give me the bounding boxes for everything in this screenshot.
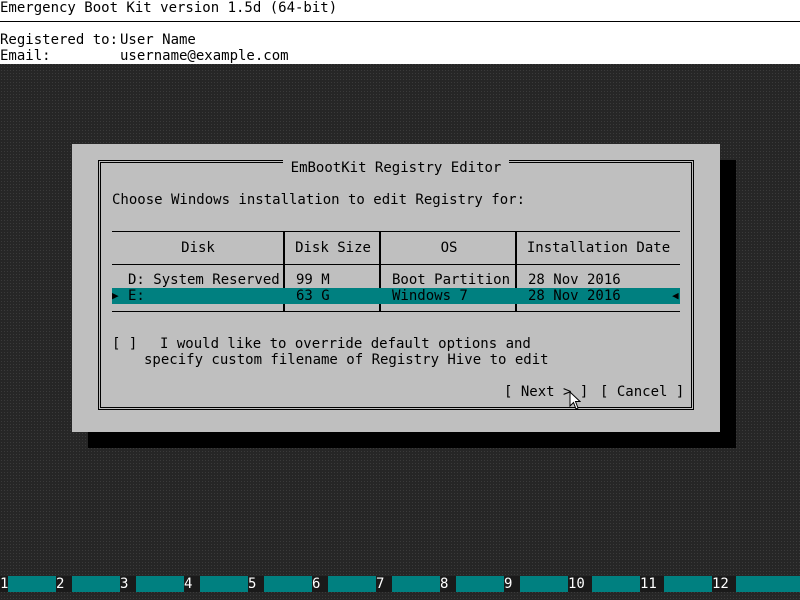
dialog-title-text: EmBootKit Registry Editor: [282, 160, 510, 176]
override-checkbox-label: I would like to override default options…: [160, 336, 531, 352]
override-checkbox-label-2: specify custom filename of Registry Hive…: [144, 352, 549, 368]
fkey-number: 3: [120, 576, 136, 592]
column-header-disk-size[interactable]: Disk Size: [285, 240, 381, 256]
email-value: username@example.com: [120, 48, 289, 64]
column-header-installation-date[interactable]: Installation Date: [517, 240, 680, 256]
cell-disk: E:: [128, 288, 145, 304]
fkey-bar: [520, 576, 568, 592]
table-top-line: [112, 231, 680, 232]
cancel-button[interactable]: [ Cancel ]: [600, 384, 684, 400]
fkey-number: 4: [184, 576, 200, 592]
fkey-bar: [200, 576, 248, 592]
table-bottom-line: [112, 311, 680, 312]
fkey-bar: [736, 576, 800, 592]
fkey-bar: [264, 576, 312, 592]
registered-value: User Name: [120, 32, 196, 48]
fkey-number: 11: [640, 576, 664, 592]
header-bar: Emergency Boot Kit version 1.5d (64-bit)…: [0, 0, 800, 64]
mouse-pointer-icon: [569, 391, 581, 410]
fkey-bar: [664, 576, 712, 592]
fkey-bar: [8, 576, 56, 592]
cell-installation-date: 28 Nov 2016: [528, 288, 621, 304]
fkey-bar: [136, 576, 184, 592]
fkey-number: 2: [56, 576, 72, 592]
cell-disk: D: System Reserved: [128, 272, 280, 288]
cell-os: Windows 7: [392, 288, 468, 304]
fkey-bar: [456, 576, 504, 592]
fkey-bar: [392, 576, 440, 592]
email-label: Email:: [0, 48, 51, 64]
fkey-number: 6: [312, 576, 328, 592]
cell-installation-date: 28 Nov 2016: [528, 272, 621, 288]
fkey-number: 1: [0, 576, 9, 592]
cell-disk-size: 63 G: [296, 288, 330, 304]
fkey-bar: [592, 576, 640, 592]
cell-disk-size: 99 M: [296, 272, 330, 288]
fkey-number: 7: [376, 576, 392, 592]
fkey-number: 5: [248, 576, 264, 592]
fkey-number: 9: [504, 576, 520, 592]
fkey-bar: [328, 576, 376, 592]
selection-arrow-right-icon: ▶: [112, 289, 119, 302]
table-header-line: [112, 264, 680, 265]
override-checkbox[interactable]: [ ]: [112, 336, 137, 352]
selection-arrow-left-icon: ◀: [672, 289, 679, 302]
fkey-number: 8: [440, 576, 456, 592]
column-header-disk[interactable]: Disk: [112, 240, 284, 256]
function-key-bar: 1 2 3 4 5 6 7 8 9 10 11 12: [0, 576, 800, 592]
fkey-number: 10: [568, 576, 592, 592]
title-divider: [0, 21, 800, 22]
fkey-number: 12: [712, 576, 736, 592]
dialog-title: EmBootKit Registry Editor: [72, 160, 720, 176]
cell-os: Boot Partition: [392, 272, 511, 288]
registered-label: Registered to:: [0, 32, 119, 48]
registry-editor-dialog: EmBootKit Registry Editor Choose Windows…: [72, 144, 720, 432]
dialog-prompt: Choose Windows installation to edit Regi…: [112, 192, 526, 208]
app-title: Emergency Boot Kit version 1.5d (64-bit): [0, 0, 338, 16]
column-header-os[interactable]: OS: [381, 240, 517, 256]
fkey-bar: [72, 576, 120, 592]
